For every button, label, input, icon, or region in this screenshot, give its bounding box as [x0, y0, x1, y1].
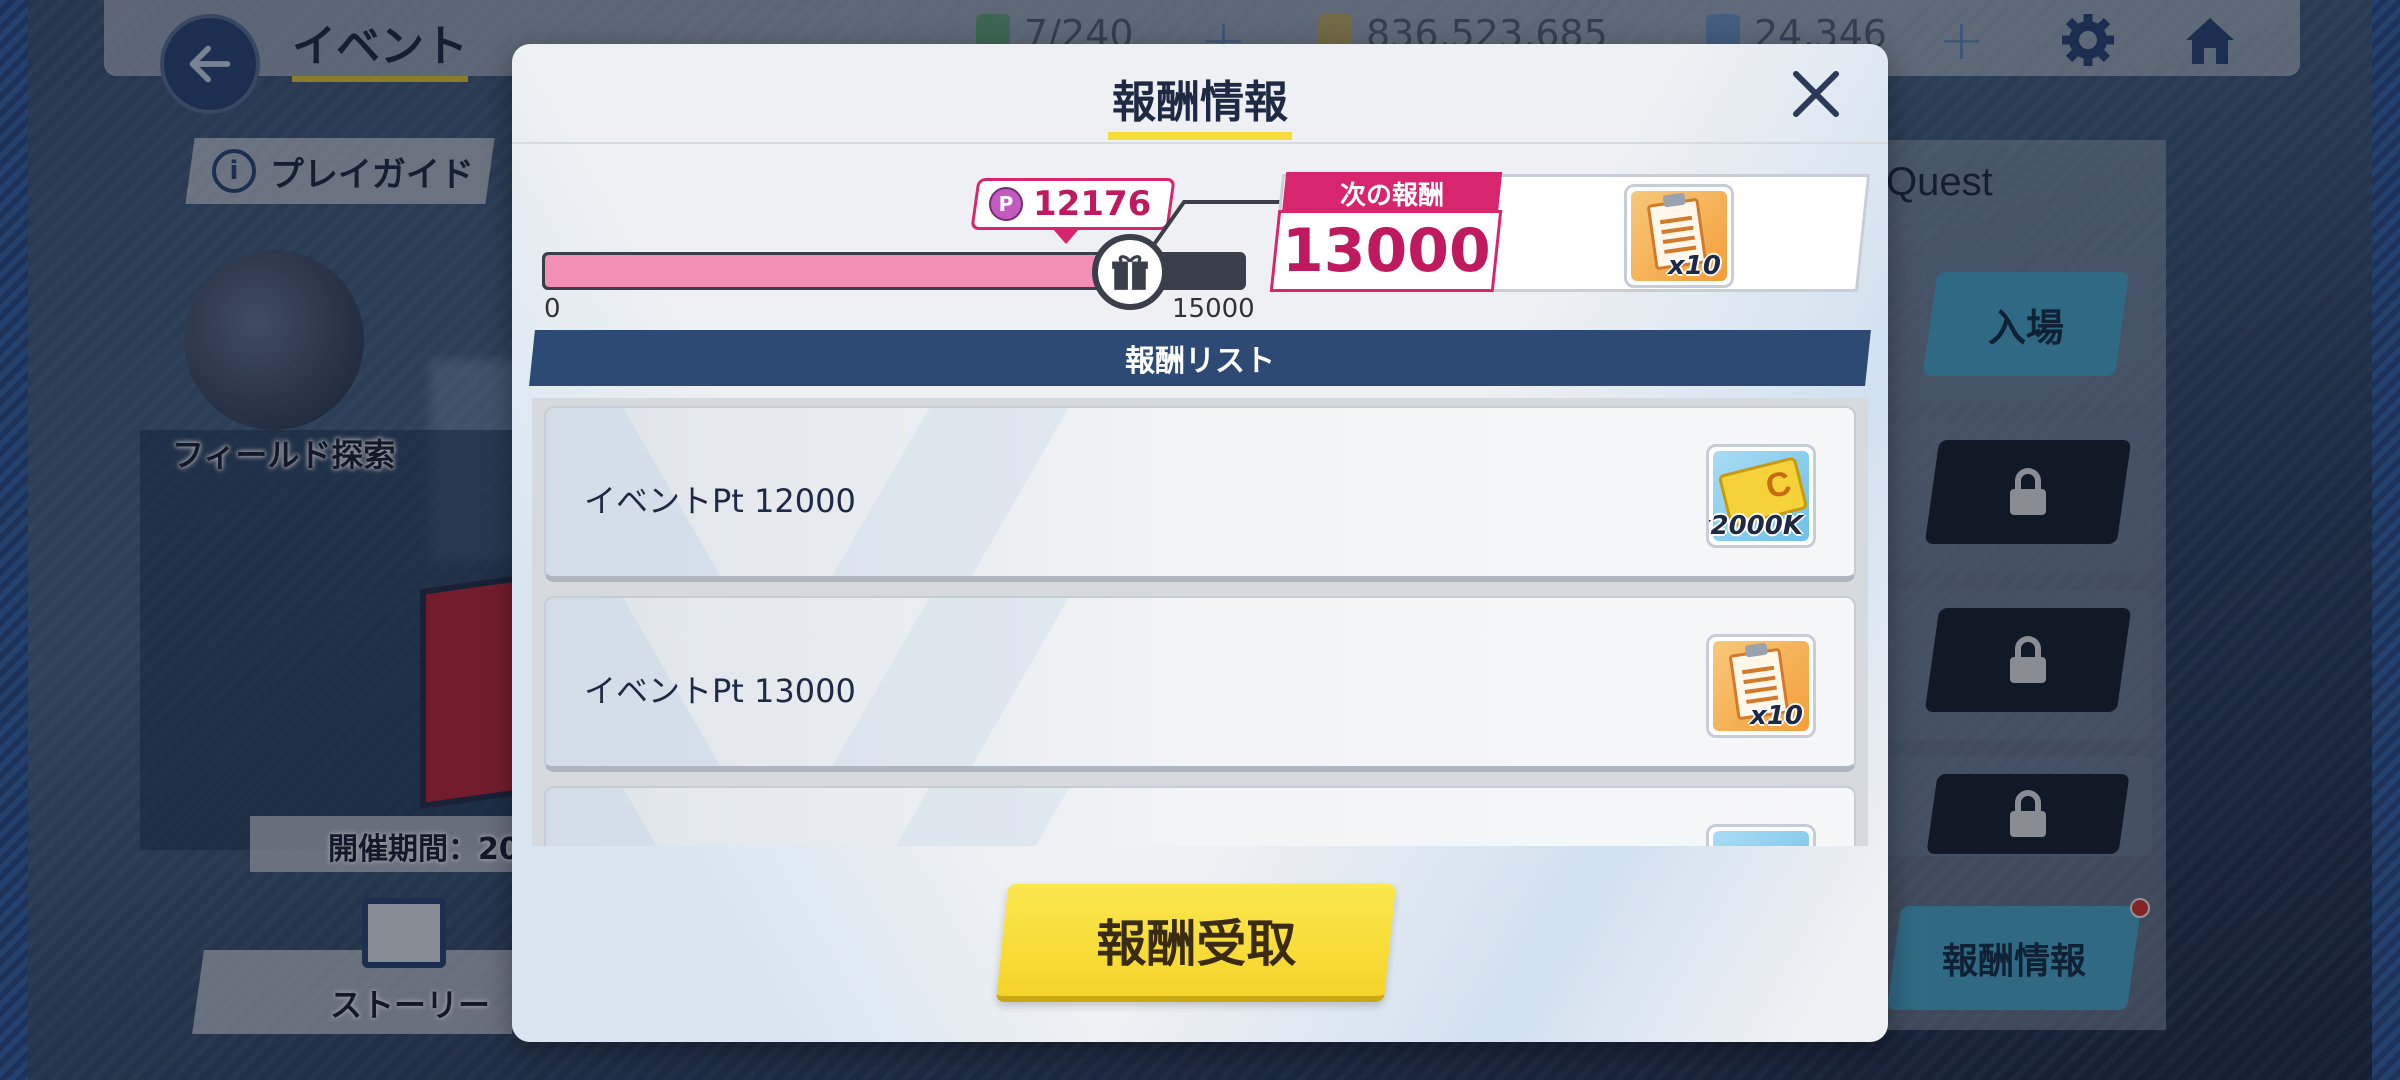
claim-rewards-button[interactable]: 報酬受取 [995, 884, 1397, 1002]
reward-row [544, 786, 1856, 846]
progress-fill [545, 255, 1112, 287]
reward-row-label: イベントPt 13000 [584, 672, 856, 710]
reward-info-modal: 報酬情報 P 12176 0 15000 次の報酬 13000 x10 報酬リス… [512, 44, 1888, 1042]
next-reward-value: 13000 [1281, 216, 1491, 286]
claim-rewards-label: 報酬受取 [1096, 915, 1297, 973]
event-point-icon: P [989, 187, 1023, 221]
reward-row-label: イベントPt 12000 [584, 482, 856, 520]
reward-list[interactable]: イベントPt 12000 x2000K イベントPt 13000 x10 [532, 398, 1868, 846]
modal-title-text: 報酬情報 [1108, 77, 1292, 140]
reward-item[interactable]: x2000K [1706, 444, 1816, 548]
item-quantity: x10 [1668, 251, 1721, 281]
item-quantity: x2000K [1709, 511, 1803, 541]
next-reward-label: 次の報酬 [1281, 172, 1503, 214]
progress-min-label: 0 [544, 294, 561, 324]
reward-list-header: 報酬リスト [529, 330, 1871, 386]
modal-header: 報酬情報 [512, 44, 1888, 144]
reward-list-header-text: 報酬リスト [1125, 344, 1275, 379]
reward-item[interactable] [1706, 824, 1816, 846]
next-reward-label-text: 次の報酬 [1339, 180, 1444, 211]
reward-row: イベントPt 12000 x2000K [544, 406, 1856, 582]
next-reward-threshold: 13000 [1269, 210, 1503, 292]
points-bubble-tail [1052, 228, 1080, 244]
modal-title: 報酬情報 [512, 66, 1888, 140]
reward-item[interactable]: x10 [1706, 634, 1816, 738]
item-quantity: x10 [1750, 701, 1803, 731]
reward-row: イベントPt 13000 x10 [544, 596, 1856, 772]
progress-max-label: 15000 [1172, 294, 1255, 324]
gift-icon [1092, 234, 1168, 310]
next-reward-item[interactable]: x10 [1624, 184, 1734, 288]
close-icon[interactable] [1786, 64, 1846, 124]
